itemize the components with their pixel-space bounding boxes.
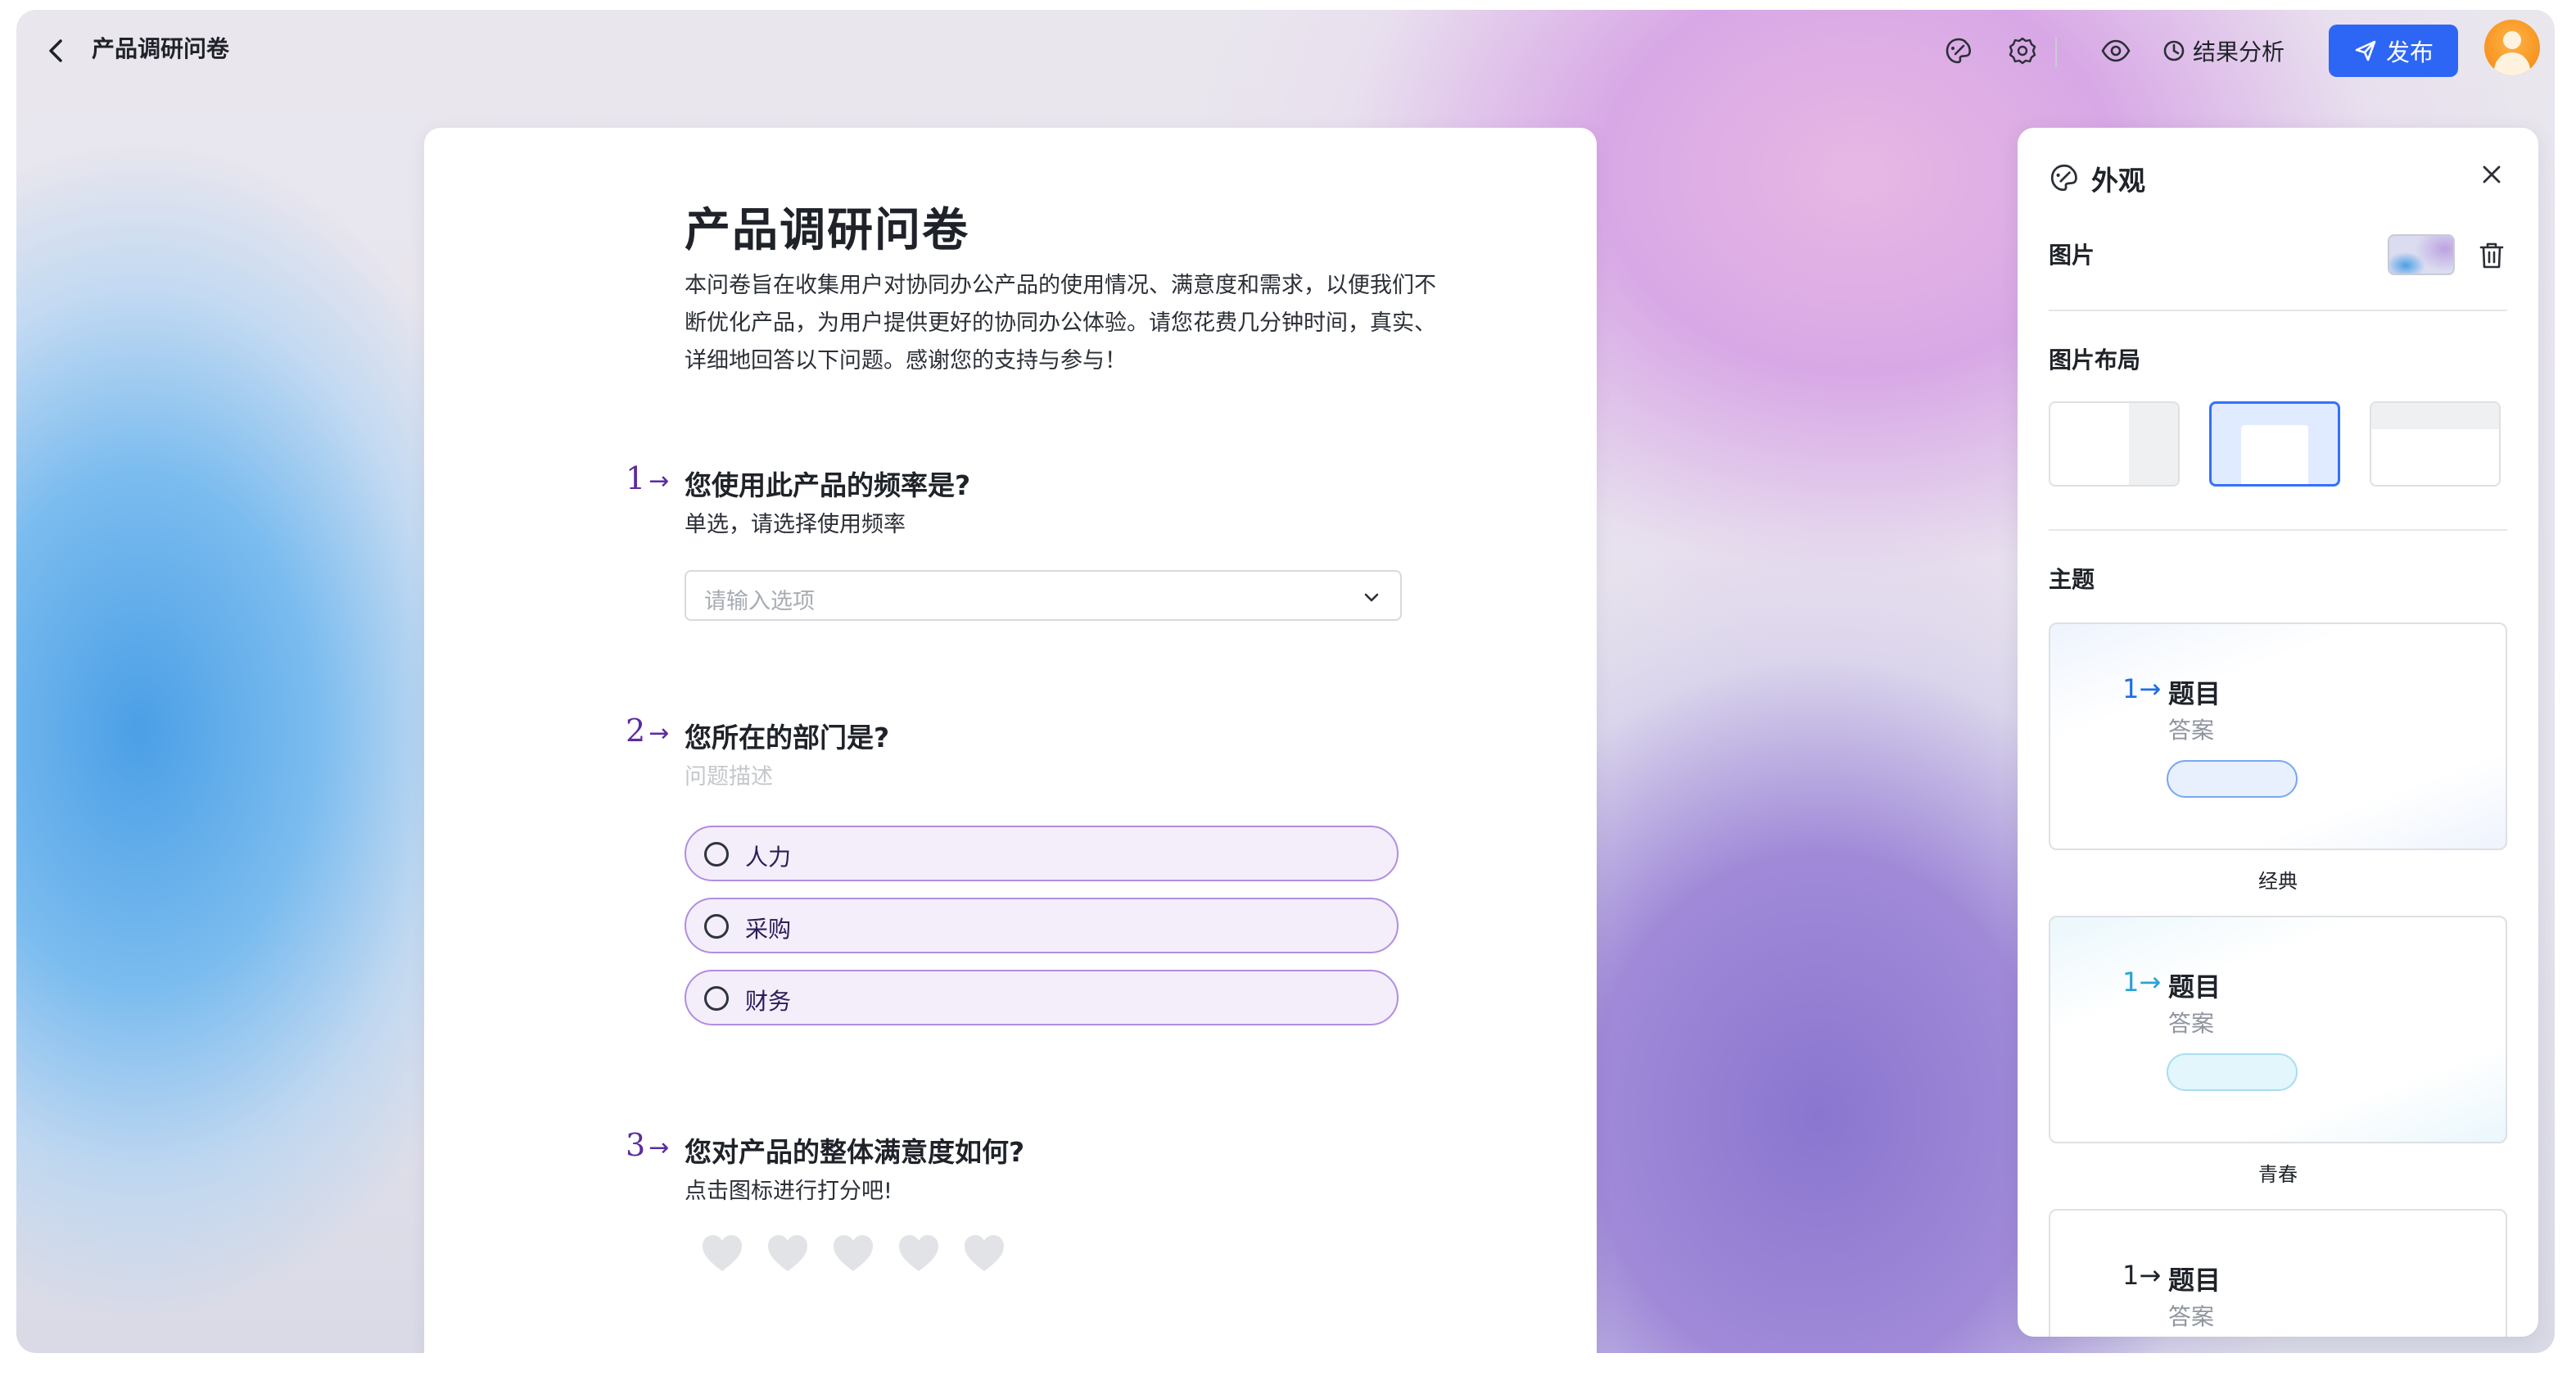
section-divider: [2049, 529, 2507, 531]
result-analysis-label: 结果分析: [2193, 38, 2285, 66]
radio-button[interactable]: [704, 914, 729, 939]
question-arrow: →: [649, 467, 670, 496]
top-bar: 产品调研问卷 结果分析 发布: [16, 10, 2555, 88]
heart-icon[interactable]: [963, 1233, 1006, 1273]
appearance-button[interactable]: [1941, 33, 1977, 69]
question-title[interactable]: 您所在的部门是?: [685, 716, 889, 755]
theme-question-title: 题目: [2168, 971, 2221, 1003]
preview-button[interactable]: [2098, 33, 2134, 69]
select-placeholder: 请输入选项: [704, 589, 815, 614]
avatar-body-shape: [2494, 52, 2530, 75]
layout-option-top[interactable]: [2370, 401, 2501, 487]
rating-hearts: [701, 1233, 1006, 1273]
result-analysis-button[interactable]: 结果分析: [2162, 33, 2285, 69]
question-description[interactable]: 点击图标进行打分吧!: [685, 1173, 893, 1205]
layout-section-label: 图片布局: [2049, 346, 2141, 373]
eye-icon: [2101, 39, 2131, 62]
clock-icon: [2163, 40, 2185, 61]
gear-icon: [2009, 37, 2036, 65]
question-arrow: →: [649, 1134, 670, 1162]
question-number: 3 →: [626, 1127, 669, 1163]
question-number-text: 1: [626, 460, 646, 496]
option-item[interactable]: 人力: [685, 826, 1399, 881]
chevron-left-icon: [49, 39, 62, 62]
theme-name: 青春: [2258, 1163, 2298, 1186]
question-arrow: →: [649, 719, 670, 748]
toolbar-divider: [2055, 38, 2057, 67]
theme-question-number: 1→: [2122, 966, 2161, 998]
avatar-head-shape: [2503, 31, 2521, 49]
theme-arrow: →: [2139, 966, 2162, 998]
document-title: 产品调研问卷: [92, 35, 230, 62]
layout-preview-shape: [2371, 403, 2499, 429]
option-label: 财务: [745, 988, 792, 1015]
background-image-thumbnail[interactable]: [2388, 234, 2455, 275]
theme-answer-pill: [2167, 1053, 2298, 1091]
avatar[interactable]: [2484, 20, 2540, 75]
publish-button[interactable]: 发布: [2329, 25, 2458, 77]
theme-arrow: →: [2139, 673, 2162, 704]
theme-answer-pill: [2167, 760, 2298, 798]
layout-option-side[interactable]: [2049, 401, 2180, 487]
theme-question-title: 题目: [2168, 1265, 2221, 1296]
question-number: 2 →: [626, 713, 669, 749]
question-title[interactable]: 您对产品的整体满意度如何?: [685, 1130, 1024, 1170]
close-icon[interactable]: [2478, 161, 2506, 188]
theme-section-label: 主题: [2049, 566, 2095, 593]
heart-icon[interactable]: [701, 1233, 743, 1273]
form-description[interactable]: 本问卷旨在收集用户对协同办公产品的使用情况、满意度和需求，以便我们不断优化产品，…: [685, 267, 1454, 380]
theme-question-number: 1→: [2122, 673, 2161, 704]
layout-preview-shape: [2129, 403, 2178, 485]
form-card: 产品调研问卷 本问卷旨在收集用户对协同办公产品的使用情况、满意度和需求，以便我们…: [424, 128, 1597, 1353]
layout-preview-shape: [2241, 425, 2308, 484]
palette-icon: [2050, 164, 2077, 192]
app-window: 产品调研问卷 结果分析 发布 产品调研问卷 本问卷旨在收集用户对协同办公产品的使…: [16, 10, 2555, 1353]
theme-question-title: 题目: [2168, 678, 2221, 709]
appearance-panel: 外观 图片 图片布局 主题 1→ 题目 答案 经典 1→ 题目 答案 青春 1→…: [2018, 128, 2538, 1337]
layout-option-center[interactable]: [2209, 401, 2340, 487]
theme-number-text: 1: [2122, 966, 2140, 998]
theme-card-3[interactable]: 1→ 题目 答案: [2049, 1209, 2507, 1337]
publish-label: 发布: [2385, 38, 2434, 66]
form-title[interactable]: 产品调研问卷: [685, 193, 969, 260]
heart-icon[interactable]: [832, 1233, 874, 1273]
theme-card-youth[interactable]: 1→ 题目 答案: [2049, 916, 2507, 1143]
option-item[interactable]: 采购: [685, 898, 1399, 953]
section-divider: [2049, 310, 2507, 311]
option-select[interactable]: 请输入选项: [685, 570, 1402, 621]
question-description[interactable]: 单选，请选择使用频率: [685, 506, 906, 538]
image-section-label: 图片: [2049, 242, 2095, 269]
radio-button[interactable]: [704, 842, 729, 867]
theme-answer-text: 答案: [2168, 1010, 2215, 1037]
back-button[interactable]: [41, 34, 74, 67]
theme-number-text: 1: [2122, 1260, 2140, 1291]
theme-name: 经典: [2258, 870, 2298, 893]
question-number-text: 2: [626, 713, 646, 749]
theme-question-number: 1→: [2122, 1260, 2161, 1291]
question-title[interactable]: 您使用此产品的频率是?: [685, 464, 970, 503]
chevron-down-icon: [1364, 593, 1379, 602]
heart-icon[interactable]: [897, 1233, 940, 1273]
trash-icon[interactable]: [2478, 241, 2506, 270]
heart-icon[interactable]: [766, 1233, 809, 1273]
theme-arrow: →: [2139, 1260, 2162, 1291]
palette-icon: [1946, 38, 1971, 64]
option-label: 采购: [745, 916, 792, 943]
question-number-text: 3: [626, 1127, 646, 1163]
question-number: 1 →: [626, 460, 669, 496]
theme-answer-text: 答案: [2168, 717, 2215, 744]
panel-title: 外观: [2091, 165, 2145, 197]
send-icon: [2355, 40, 2376, 61]
theme-number-text: 1: [2122, 673, 2140, 704]
settings-button[interactable]: [2004, 33, 2040, 69]
question-description[interactable]: 问题描述: [685, 758, 773, 790]
radio-button[interactable]: [704, 986, 729, 1011]
option-item[interactable]: 财务: [685, 970, 1399, 1025]
theme-answer-text: 答案: [2168, 1303, 2215, 1330]
option-label: 人力: [745, 844, 792, 871]
theme-card-classic[interactable]: 1→ 题目 答案: [2049, 622, 2507, 850]
